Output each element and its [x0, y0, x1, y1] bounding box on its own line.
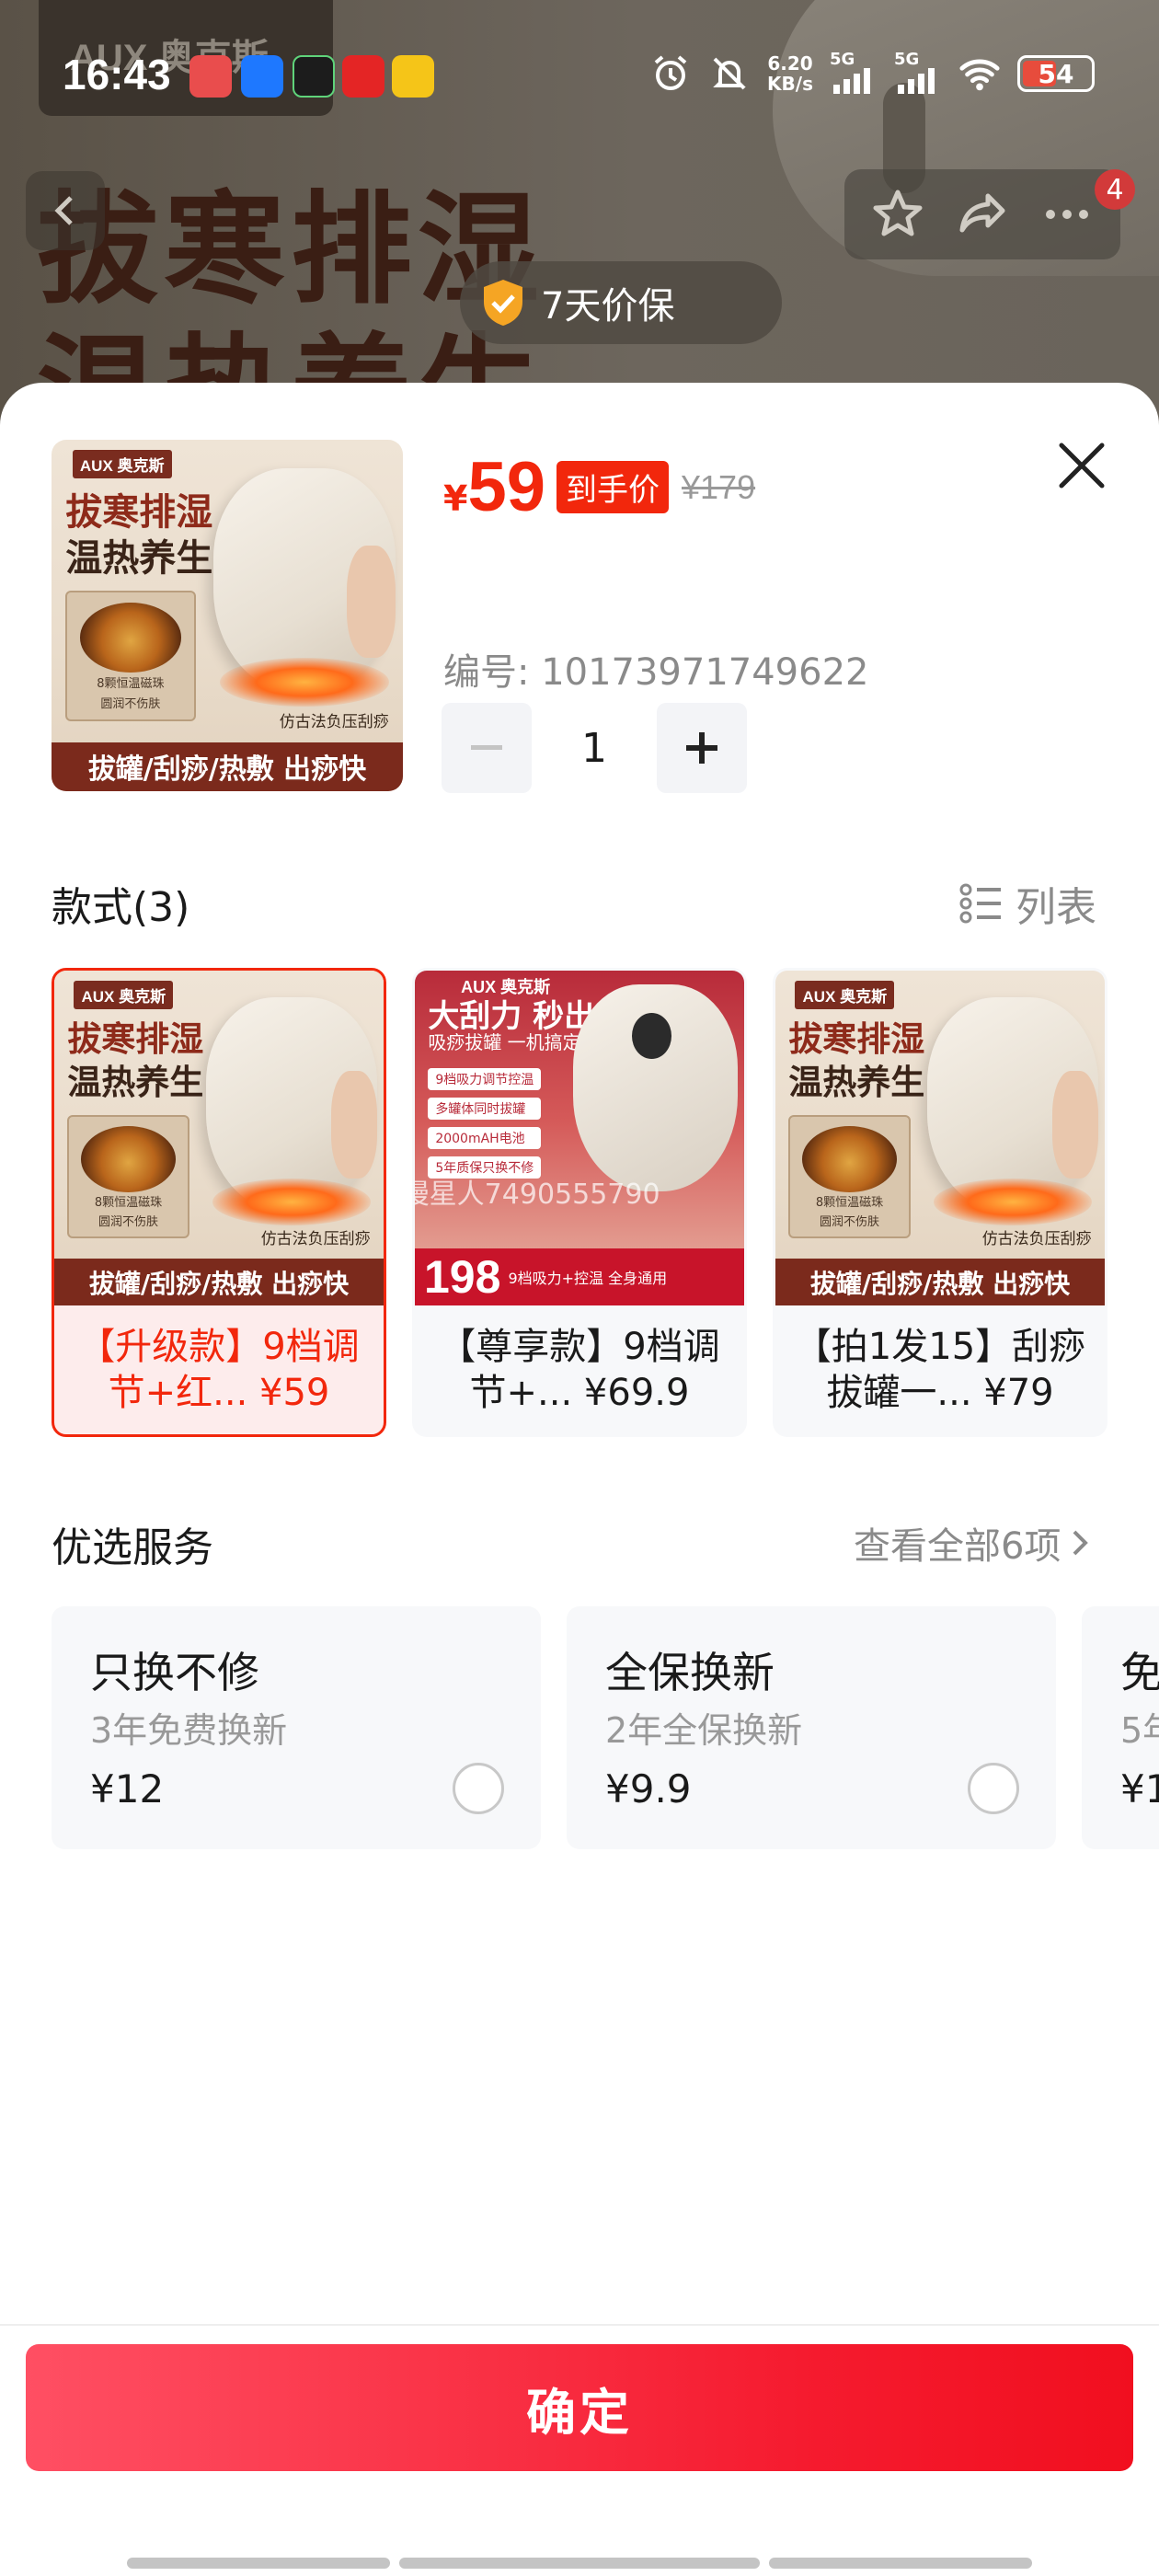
- decrease-quantity-button[interactable]: [442, 703, 532, 793]
- minus-icon: [471, 745, 502, 750]
- price-protection-pill[interactable]: 7天价保: [460, 261, 782, 344]
- service-price: ¥1: [1120, 1766, 1159, 1811]
- cart-count-badge: 4: [1095, 169, 1135, 210]
- chevron-right-icon: [1073, 1530, 1089, 1556]
- services-section-title: 优选服务: [52, 1524, 213, 1571]
- currency-symbol: ¥: [443, 478, 468, 519]
- variant-image: AUX 奥克斯 拔寒排湿 温热养生 8颗恒温磁珠 圆润不伤肤 仿古法负压刮痧 拔罐…: [54, 971, 384, 1305]
- service-radio[interactable]: [453, 1763, 504, 1814]
- status-time: 16:43: [63, 51, 171, 98]
- network-speed: 6.20 KB/s: [767, 52, 813, 95]
- price-row: ¥ 59 到手价 ¥179: [443, 447, 755, 527]
- service-name: 全保换新: [605, 1648, 775, 1697]
- services-carousel[interactable]: 只换不修 3年免费换新 ¥12 全保换新 2年全保换新 ¥9.9 免 5年 ¥1: [0, 1606, 1159, 1849]
- top-actions: [844, 169, 1120, 259]
- signal-icon: 5G: [894, 50, 942, 96]
- style-variant-option[interactable]: AUX 奥克斯 拔寒排湿 温热养生 8颗恒温磁珠 圆润不伤肤 仿古法负压刮痧 拔罐…: [52, 968, 386, 1437]
- increase-quantity-button[interactable]: [657, 703, 747, 793]
- variant-label: 【升级款】9档调节+红... ¥59: [78, 1326, 360, 1414]
- notification-app-icon: [189, 55, 232, 98]
- view-all-services-link[interactable]: 查看全部6项: [854, 1516, 1090, 1570]
- star-icon[interactable]: [868, 185, 927, 244]
- list-view-label: 列表: [1016, 884, 1096, 931]
- service-description: 2年全保换新: [605, 1710, 803, 1751]
- view-all-services-label: 查看全部6项: [854, 1525, 1061, 1568]
- service-card[interactable]: 免 5年 ¥1: [1082, 1606, 1159, 1849]
- footer-divider: [0, 2324, 1159, 2326]
- sku-number: 编号: 10173971749622: [443, 651, 869, 694]
- close-icon: [1059, 443, 1105, 489]
- service-radio[interactable]: [968, 1763, 1019, 1814]
- quantity-value[interactable]: 1: [532, 725, 657, 772]
- back-button[interactable]: [26, 171, 105, 250]
- alarm-icon: [649, 52, 692, 95]
- more-icon[interactable]: [1038, 185, 1096, 244]
- quantity-stepper: 1: [442, 703, 747, 793]
- final-price-tag: 到手价: [557, 461, 669, 513]
- service-description: 3年免费换新: [90, 1710, 288, 1751]
- variant-image: AUX 奥克斯 大刮力 秒出痧 吸痧拔罐 一机搞定 9档吸力调节控温 多罐体同时…: [415, 971, 744, 1305]
- service-price: ¥12: [90, 1766, 165, 1811]
- confirm-button[interactable]: 确定: [26, 2344, 1133, 2471]
- chevron-left-icon: [54, 196, 73, 225]
- notification-app-icon: [392, 55, 434, 98]
- service-name: 只换不修: [90, 1648, 259, 1697]
- service-price: ¥9.9: [605, 1766, 692, 1811]
- final-price: 59: [467, 448, 545, 526]
- battery-indicator: 54: [1017, 55, 1095, 92]
- list-icon: [959, 883, 1001, 924]
- status-bar: 16:43 6.20 KB/s 5G 5G 54: [0, 37, 1159, 120]
- mute-icon: [708, 52, 751, 95]
- price-protection-label: 7天价保: [541, 285, 675, 328]
- close-button[interactable]: [1054, 438, 1109, 493]
- list-view-toggle[interactable]: 列表: [958, 874, 1096, 933]
- share-icon[interactable]: [953, 185, 1012, 244]
- notification-app-icon: [342, 55, 384, 98]
- variant-label: 【拍1发15】刮痧拔罐一... ¥79: [794, 1326, 1086, 1414]
- gesture-bar: [127, 2558, 390, 2569]
- style-variant-option[interactable]: AUX 奥克斯 大刮力 秒出痧 吸痧拔罐 一机搞定 9档吸力调节控温 多罐体同时…: [412, 968, 747, 1437]
- wifi-icon: [958, 52, 1001, 95]
- gesture-bar: [399, 2558, 760, 2569]
- notification-app-icon: [293, 55, 335, 98]
- variant-image: AUX 奥克斯 拔寒排湿 温热养生 8颗恒温磁珠 圆润不伤肤 仿古法负压刮痧 拔罐…: [775, 971, 1105, 1305]
- plus-icon: [686, 732, 717, 764]
- gesture-bar: [769, 2558, 1032, 2569]
- shield-check-icon: [484, 280, 522, 326]
- service-card[interactable]: 只换不修 3年免费换新 ¥12: [52, 1606, 541, 1849]
- service-description: 5年: [1120, 1710, 1159, 1751]
- service-name: 免: [1120, 1648, 1159, 1697]
- service-card[interactable]: 全保换新 2年全保换新 ¥9.9: [567, 1606, 1056, 1849]
- style-variant-option[interactable]: AUX 奥克斯 拔寒排湿 温热养生 8颗恒温磁珠 圆润不伤肤 仿古法负压刮痧 拔罐…: [773, 968, 1107, 1437]
- variant-label: 【尊享款】9档调节+... ¥69.9: [439, 1326, 720, 1414]
- style-variant-list: AUX 奥克斯 拔寒排湿 温热养生 8颗恒温磁珠 圆润不伤肤 仿古法负压刮痧 拔罐…: [52, 968, 1107, 1437]
- notification-app-icon: [241, 55, 283, 98]
- product-thumbnail[interactable]: AUX 奥克斯 拔寒排湿 温热养生 8颗恒温磁珠 圆润不伤肤 仿古法负压刮痧 拔罐…: [52, 440, 403, 791]
- styles-section-title: 款式(3): [52, 884, 190, 931]
- original-price: ¥179: [682, 467, 756, 506]
- signal-icon: 5G: [830, 50, 878, 96]
